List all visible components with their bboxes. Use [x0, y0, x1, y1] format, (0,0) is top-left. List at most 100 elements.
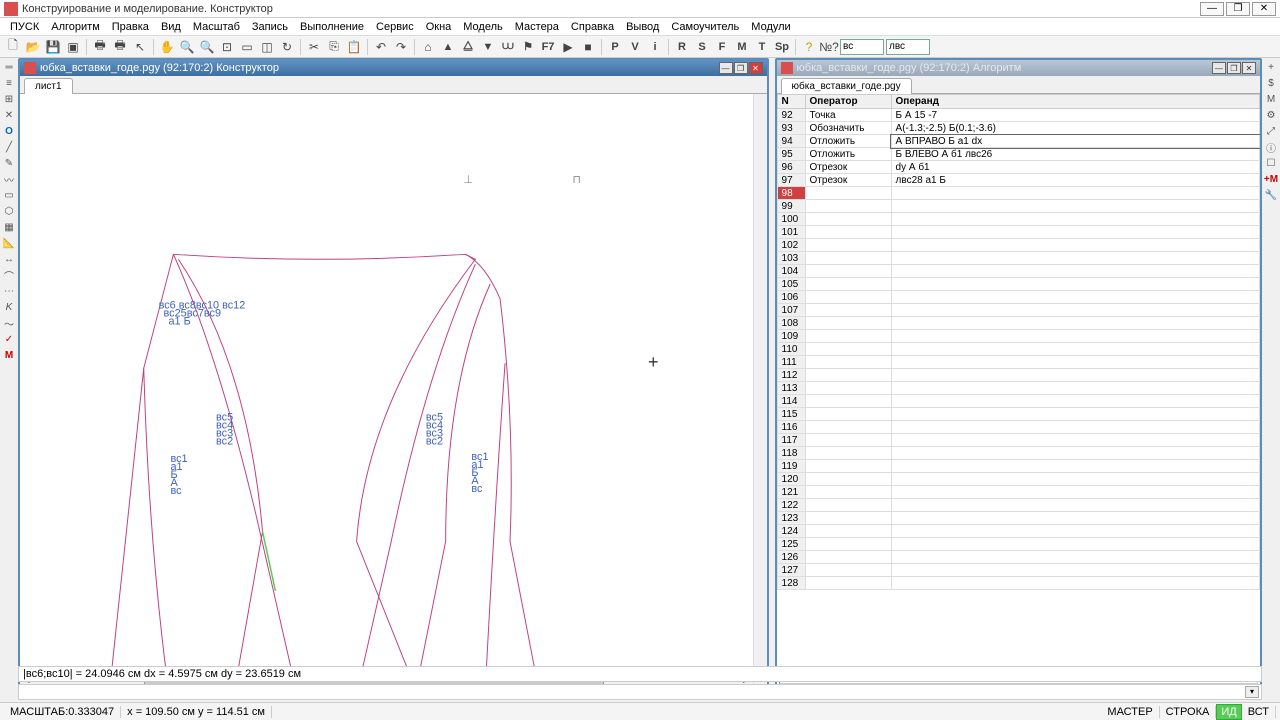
flag-icon[interactable]: ⚑: [519, 38, 537, 56]
vtool-wave-icon[interactable]: 〜: [2, 316, 16, 330]
zoom-icon[interactable]: 🔍: [178, 38, 196, 56]
rtool-dollar-icon[interactable]: $: [1264, 76, 1278, 90]
command-dropdown-icon[interactable]: ▾: [1245, 686, 1259, 698]
vtool4-icon[interactable]: ✕: [2, 108, 16, 122]
command-bar[interactable]: ▾: [18, 684, 1262, 700]
redo-icon[interactable]: ↷: [392, 38, 410, 56]
m-button[interactable]: M: [733, 38, 751, 56]
menu-masters[interactable]: Мастера: [509, 19, 565, 35]
vtool-dim-icon[interactable]: ↔: [2, 252, 16, 266]
vtool3-icon[interactable]: ⊞: [2, 92, 16, 106]
table-row[interactable]: 128: [777, 577, 1259, 590]
print-icon[interactable]: 🖶: [91, 38, 109, 56]
table-row[interactable]: 121: [777, 486, 1259, 499]
copy-icon[interactable]: ⎘: [325, 38, 343, 56]
algorithm-table[interactable]: N Оператор Операнд 92ТочкаБ А 15 -793Обо…: [777, 94, 1260, 664]
menu-start[interactable]: ПУСК: [4, 19, 45, 35]
combo1-input[interactable]: [840, 39, 884, 55]
table-row[interactable]: 110: [777, 343, 1259, 356]
table-row[interactable]: 100: [777, 213, 1259, 226]
tab-sheet1[interactable]: лист1: [24, 78, 73, 94]
table-row[interactable]: 108: [777, 317, 1259, 330]
table-row[interactable]: 98: [777, 187, 1259, 200]
paste-icon[interactable]: 📋: [345, 38, 363, 56]
panel-max-button[interactable]: ❐: [1227, 62, 1241, 74]
refresh-icon[interactable]: ↻: [278, 38, 296, 56]
col-n[interactable]: N: [777, 95, 805, 109]
table-row[interactable]: 97Отрезоклвс28 a1 Б: [777, 174, 1259, 187]
vtool-check-icon[interactable]: ✓: [2, 332, 16, 346]
combo2-input[interactable]: [886, 39, 930, 55]
table-row[interactable]: 114: [777, 395, 1259, 408]
sp-button[interactable]: Sp: [773, 38, 791, 56]
vtool-rect-icon[interactable]: ▭: [2, 188, 16, 202]
menu-tutorial[interactable]: Самоучитель: [665, 19, 745, 35]
menu-service[interactable]: Сервис: [370, 19, 420, 35]
menu-model[interactable]: Модель: [457, 19, 508, 35]
rtool-m-icon[interactable]: M: [1264, 92, 1278, 106]
table-row[interactable]: 124: [777, 525, 1259, 538]
table-row[interactable]: 105: [777, 278, 1259, 291]
menu-scale[interactable]: Масштаб: [187, 19, 246, 35]
f7-button[interactable]: F7: [539, 38, 557, 56]
hand-icon[interactable]: ✋: [158, 38, 176, 56]
table-row[interactable]: 93ОбозначитьА(-1.3;-2.5) Б(0.1;-3.6): [777, 122, 1259, 135]
panel-close-button[interactable]: ✕: [1242, 62, 1256, 74]
stop-icon[interactable]: ■: [579, 38, 597, 56]
zoomfit-icon[interactable]: ⊡: [218, 38, 236, 56]
minimize-button[interactable]: —: [1200, 2, 1224, 16]
menu-record[interactable]: Запись: [246, 19, 294, 35]
vtool2-icon[interactable]: ≡: [2, 76, 16, 90]
bottom-icon[interactable]: ⩊: [499, 38, 517, 56]
vtool-ruler-icon[interactable]: 📐: [2, 236, 16, 250]
rtool-plusm-icon[interactable]: +М: [1264, 172, 1278, 186]
r-button[interactable]: R: [673, 38, 691, 56]
vtool-k-icon[interactable]: K: [2, 300, 16, 314]
vtool-curve-icon[interactable]: 〰: [2, 172, 16, 186]
table-row[interactable]: 127: [777, 564, 1259, 577]
rtool-info-icon[interactable]: ⓘ: [1264, 140, 1278, 154]
drawing-canvas[interactable]: вс6 вс8вс10 вс12 вс25вс7вс9 а1 Б вс5 вс4…: [20, 94, 753, 672]
table-row[interactable]: 109: [777, 330, 1259, 343]
menu-execute[interactable]: Выполнение: [294, 19, 370, 35]
menu-modules[interactable]: Модули: [745, 19, 796, 35]
col-operand[interactable]: Операнд: [891, 95, 1259, 109]
cut-icon[interactable]: ✂: [305, 38, 323, 56]
menu-algorithm[interactable]: Алгоритм: [45, 19, 106, 35]
rtool-plus-icon[interactable]: +: [1264, 60, 1278, 74]
rtool-resize-icon[interactable]: ⤢: [1264, 124, 1278, 138]
vtool-m-icon[interactable]: М: [2, 348, 16, 362]
table-row[interactable]: 116: [777, 421, 1259, 434]
menu-view[interactable]: Вид: [155, 19, 187, 35]
table-row[interactable]: 118: [777, 447, 1259, 460]
table-row[interactable]: 107: [777, 304, 1259, 317]
table-row[interactable]: 111: [777, 356, 1259, 369]
s-button[interactable]: S: [693, 38, 711, 56]
table-row[interactable]: 113: [777, 382, 1259, 395]
constructor-panel-title[interactable]: юбка_вставки_годе.pgy (92:170:2) Констру…: [20, 60, 767, 76]
vtool-line-icon[interactable]: ╱: [2, 140, 16, 154]
panel-min-button[interactable]: —: [1212, 62, 1226, 74]
panel-close-button[interactable]: ✕: [749, 62, 763, 74]
saveall-icon[interactable]: ▣: [64, 38, 82, 56]
table-row[interactable]: 125: [777, 538, 1259, 551]
table-row[interactable]: 92ТочкаБ А 15 -7: [777, 109, 1259, 122]
col-operator[interactable]: Оператор: [805, 95, 891, 109]
vtool-more-icon[interactable]: ⋯: [2, 284, 16, 298]
help-icon[interactable]: ?: [800, 38, 818, 56]
print2-icon[interactable]: 🖶: [111, 38, 129, 56]
rtool-box-icon[interactable]: ☐: [1264, 156, 1278, 170]
vtool-arc-icon[interactable]: ⌒: [2, 268, 16, 282]
t-button[interactable]: T: [753, 38, 771, 56]
table-row[interactable]: 112: [777, 369, 1259, 382]
panel-min-button[interactable]: —: [719, 62, 733, 74]
table-row[interactable]: 106: [777, 291, 1259, 304]
table-row[interactable]: 123: [777, 512, 1259, 525]
menu-windows[interactable]: Окна: [420, 19, 458, 35]
table-row[interactable]: 102: [777, 239, 1259, 252]
table-row[interactable]: 101: [777, 226, 1259, 239]
table-row[interactable]: 94ОтложитьА ВПРАВО Б a1 dx: [777, 135, 1259, 148]
open-icon[interactable]: 📂: [24, 38, 42, 56]
save-icon[interactable]: 💾: [44, 38, 62, 56]
table-row[interactable]: 126: [777, 551, 1259, 564]
